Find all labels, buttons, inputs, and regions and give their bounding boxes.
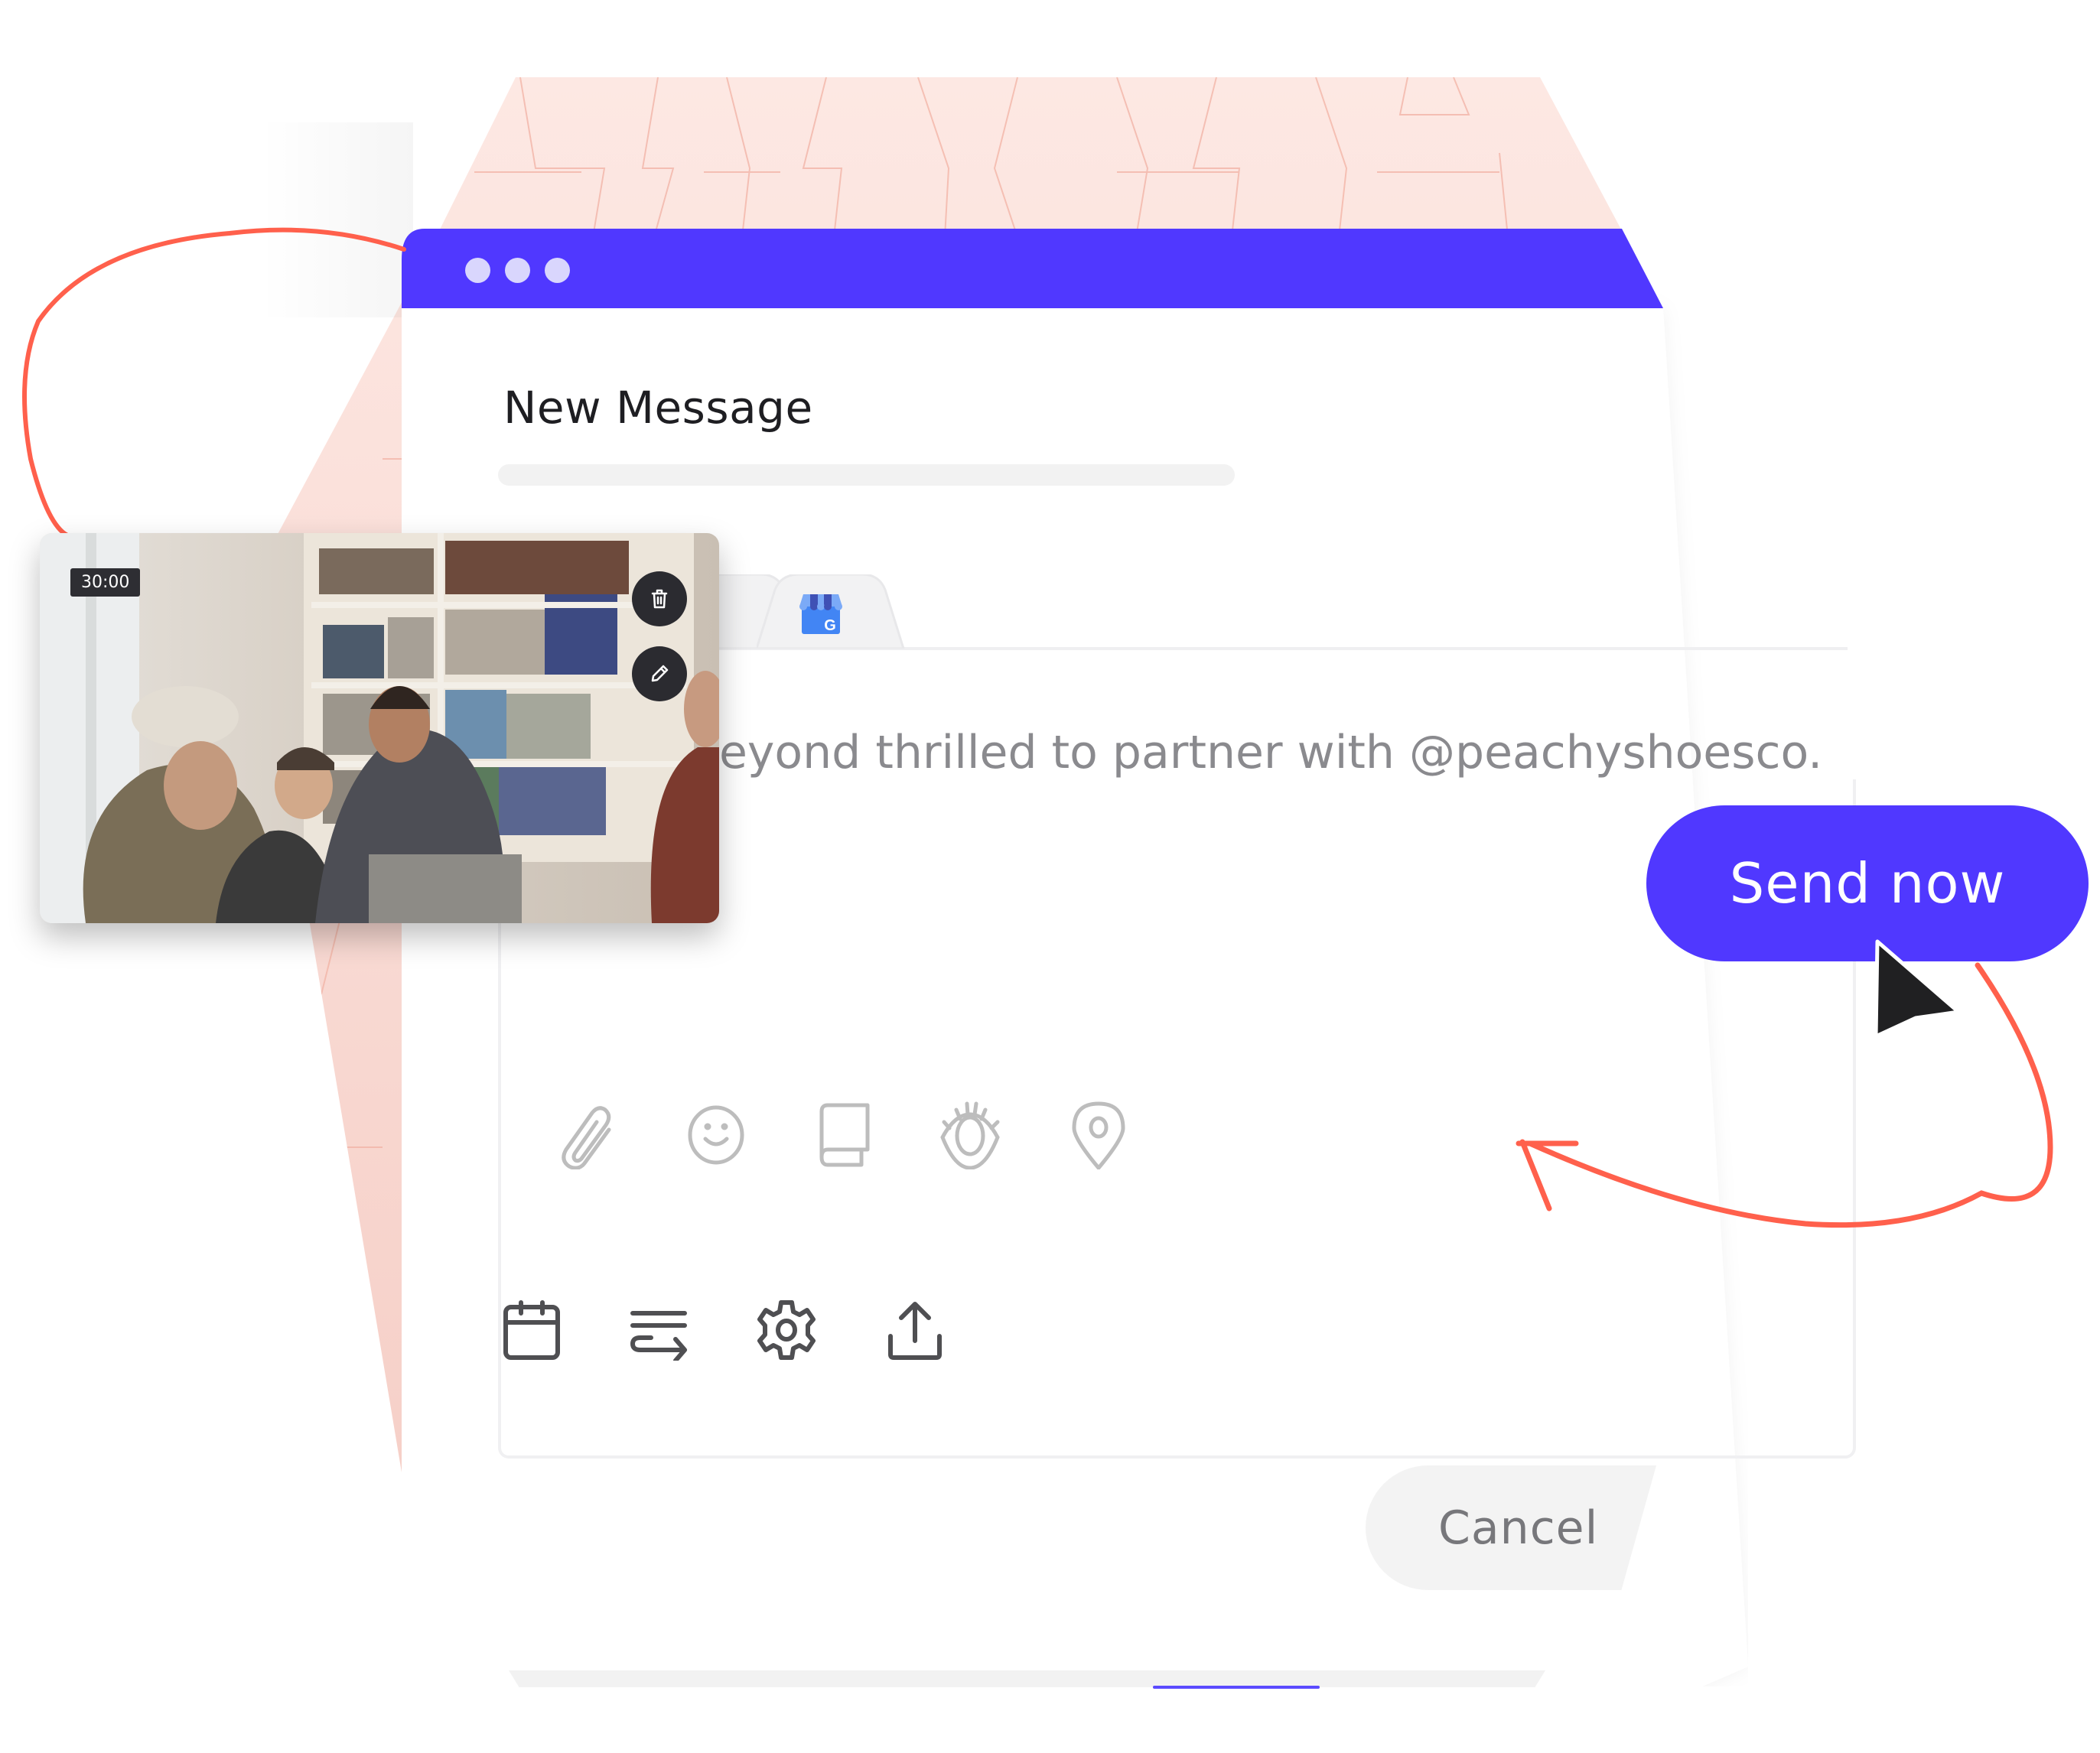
subject-input[interactable] (498, 464, 1235, 486)
compose-window: New Message G eyond thrilled to partner … (402, 229, 1856, 1689)
bottom-toolbar (501, 1299, 1037, 1361)
mouse-cursor-icon (1874, 939, 1961, 1038)
edit-media-button[interactable] (632, 646, 687, 701)
duration-badge: 30:00 (70, 568, 141, 597)
footer-bar (509, 1670, 1545, 1687)
delete-media-button[interactable] (632, 571, 687, 626)
attached-photo (40, 533, 719, 923)
text-wrap-icon[interactable] (628, 1299, 689, 1361)
window-header (402, 229, 1663, 308)
window-dot[interactable] (505, 258, 530, 283)
pencil-icon (651, 665, 669, 682)
smiley-icon[interactable] (685, 1101, 747, 1169)
calendar-icon[interactable] (501, 1299, 562, 1361)
upload-icon[interactable] (884, 1299, 946, 1361)
send-now-button[interactable]: Send now (1646, 805, 2089, 961)
cancel-button[interactable]: Cancel (1366, 1465, 1656, 1590)
window-shadow (260, 122, 413, 317)
window-controls (465, 258, 570, 283)
eye-icon[interactable] (939, 1101, 1001, 1169)
media-attachment-card[interactable]: 30:00 (40, 533, 719, 923)
gear-icon[interactable] (756, 1299, 817, 1361)
window-dot[interactable] (545, 258, 570, 283)
message-body-input[interactable]: eyond thrilled to partner with @peachysh… (719, 726, 1822, 779)
trash-icon (651, 589, 668, 609)
location-pin-icon[interactable] (1068, 1101, 1129, 1169)
footer-indicator (1153, 1686, 1320, 1689)
window-dot[interactable] (465, 258, 490, 283)
google-my-business-icon: G (799, 594, 842, 634)
book-icon[interactable] (812, 1101, 874, 1169)
paperclip-icon[interactable] (557, 1101, 618, 1169)
editor-icon-row (557, 1101, 1245, 1169)
svg-text:G: G (824, 617, 836, 634)
page-title: New Message (503, 382, 813, 434)
